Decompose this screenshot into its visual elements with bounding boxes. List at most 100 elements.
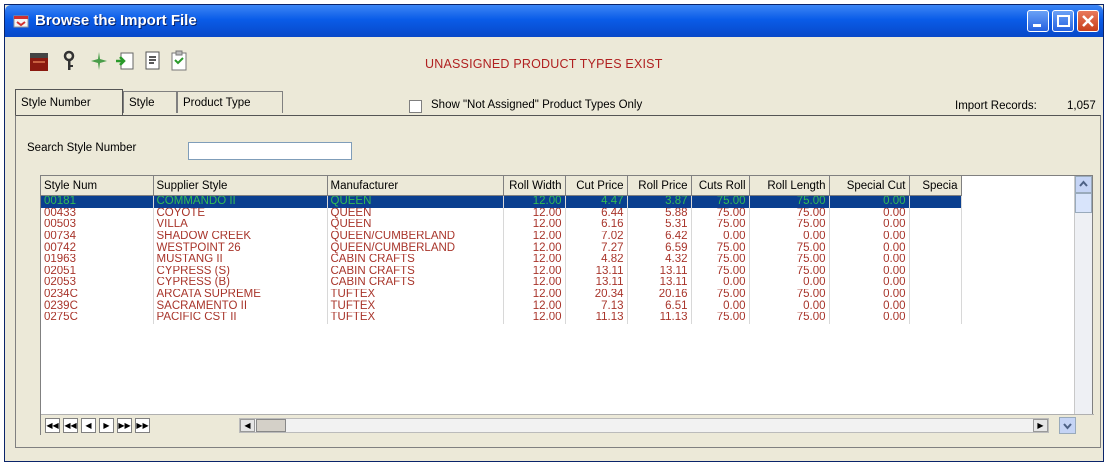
tab-style[interactable]: Style [123,91,177,113]
clipboard-icon[interactable] [167,49,191,73]
table-cell: 00734 [41,230,154,243]
table-cell: CABIN CRAFTS [327,277,504,289]
table-cell: WESTPOINT 26 [153,242,328,254]
close-icon [1082,15,1094,27]
key-icon[interactable] [57,49,81,73]
show-not-assigned-checkbox[interactable] [409,100,422,113]
table-cell: 4.82 [565,253,628,266]
table-row[interactable]: 00181 COMMANDO II QUEEN 12.00 4.47 3.87 75.00 7… [41,195,962,208]
table-cell: 11.13 [565,311,628,324]
table-row[interactable]: 0234C ARCATA SUPREME TUFTEX 12.00 20.34 20.16… [41,288,962,301]
table-cell: 0.00 [691,230,750,243]
table-row[interactable]: 02053 CYPRESS (B) CABIN CRAFTS 12.00 13.11 13… [41,277,962,289]
column-header[interactable]: Cuts Roll [691,176,750,196]
table-row[interactable]: 00503 VILLA QUEEN 12.00 6.16 5.31 75.00 75.00 0.… [41,219,962,231]
table-cell: 12.00 [503,207,566,220]
scroll-left-button[interactable]: ◀ [240,419,255,432]
table-cell: 0.00 [749,300,830,312]
import-icon[interactable] [113,49,137,73]
table-cell: 20.16 [627,288,692,301]
column-header[interactable]: Style Num [41,176,154,196]
table-cell: 20.34 [565,288,628,301]
table-row[interactable]: 01963 MUSTANG II CABIN CRAFTS 12.00 4.82 4.32… [41,253,962,266]
chevron-up-icon [1079,180,1088,187]
print-icon[interactable] [141,49,165,73]
table-cell: SACRAMENTO II [153,300,328,312]
browse-import-window: Browse the Import File UNASSIGNED PRODUC… [4,4,1104,462]
table-cell [909,219,962,231]
table-cell: 12.00 [503,265,566,278]
table-cell: 75.00 [749,253,830,266]
table-row[interactable]: 0239C SACRAMENTO II TUFTEX 12.00 7.13 6.51 0.0… [41,300,962,312]
column-header[interactable]: Specia [909,176,962,196]
scroll-down-button[interactable] [1059,417,1076,434]
table-row[interactable]: 00734 SHADOW CREEK QUEEN/CUMBERLAND 12.00 7.… [41,230,962,243]
tab-label: Product Type [183,97,251,109]
tab-style-number[interactable]: Style Number [15,89,123,115]
table-cell: 75.00 [691,288,750,301]
table-cell: QUEEN/CUMBERLAND [327,242,504,254]
scroll-up-button[interactable] [1075,176,1092,193]
next-record-button[interactable]: ▶ [99,418,114,433]
last-page-button[interactable]: ▶▶ [135,418,150,433]
table-cell: 75.00 [691,195,750,208]
table-cell: 0.00 [829,277,910,289]
table-cell: QUEEN [327,207,504,220]
table-cell: 00503 [41,219,154,231]
table-cell: 00433 [41,207,154,220]
previous-page-button[interactable]: ◀◀ [63,418,78,433]
maximize-button[interactable] [1052,10,1074,32]
table-cell: 75.00 [749,265,830,278]
horizontal-scrollbar[interactable]: ◀ ▶ [239,418,1049,433]
table-row[interactable]: 00433 COYOTE QUEEN 12.00 6.44 5.88 75.00 75.00 0… [41,207,962,220]
table-cell: 75.00 [749,219,830,231]
title-bar[interactable]: Browse the Import File [5,5,1103,37]
table-cell: 13.11 [565,265,628,278]
column-header[interactable]: Cut Price [565,176,628,196]
table-cell: 6.51 [627,300,692,312]
tab-product-type[interactable]: Product Type [177,91,283,113]
unassigned-warning: UNASSIGNED PRODUCT TYPES EXIST [425,57,663,71]
table-cell: 75.00 [749,288,830,301]
column-header[interactable]: Roll Width [503,176,566,196]
sparkle-icon[interactable] [87,49,111,73]
search-style-label: Search Style Number [27,142,137,154]
table-cell: 00181 [41,195,154,208]
column-header[interactable]: Manufacturer [327,176,504,196]
table-cell: 13.11 [627,277,692,289]
table-cell: 7.02 [565,230,628,243]
first-page-button[interactable]: ◀◀ [45,418,60,433]
column-header[interactable]: Roll Price [627,176,692,196]
search-style-input[interactable] [188,142,352,160]
minimize-button[interactable] [1027,10,1049,32]
close-button[interactable] [1077,10,1099,32]
horizontal-scroll-thumb[interactable] [256,419,286,432]
show-not-assigned-label: Show "Not Assigned" Product Types Only [431,99,643,111]
table-cell: 0275C [41,311,154,324]
scroll-thumb[interactable] [1075,193,1092,213]
table-cell: TUFTEX [327,300,504,312]
table-row[interactable]: 00742 WESTPOINT 26 QUEEN/CUMBERLAND 12.00 7.… [41,242,962,254]
table-cell: 0.00 [829,195,910,208]
cabinet-icon[interactable] [27,49,51,73]
column-header[interactable]: Roll Length [749,176,830,196]
table-cell: 13.11 [565,277,628,289]
import-grid[interactable]: Style Num Supplier Style Manufacturer Roll … [40,175,1094,436]
table-row[interactable]: 02051 CYPRESS (S) CABIN CRAFTS 12.00 13.11 13… [41,265,962,278]
scroll-right-button[interactable]: ▶ [1033,419,1048,432]
table-cell: 75.00 [749,242,830,254]
table-cell: 5.31 [627,219,692,231]
table-cell: 02051 [41,265,154,278]
previous-record-button[interactable]: ◀ [81,418,96,433]
vertical-scrollbar[interactable] [1074,176,1092,414]
column-header[interactable]: Special Cut [829,176,910,196]
table-row[interactable]: 0275C PACIFIC CST II TUFTEX 12.00 11.13 11.13… [41,311,962,324]
table-cell [909,288,962,301]
table-cell: 3.87 [627,195,692,208]
next-page-button[interactable]: ▶▶ [117,418,132,433]
table-cell: CYPRESS (S) [153,265,328,278]
window-title: Browse the Import File [35,12,197,29]
table-cell: 75.00 [691,219,750,231]
table-cell: COMMANDO II [153,195,328,208]
column-header[interactable]: Supplier Style [153,176,328,196]
